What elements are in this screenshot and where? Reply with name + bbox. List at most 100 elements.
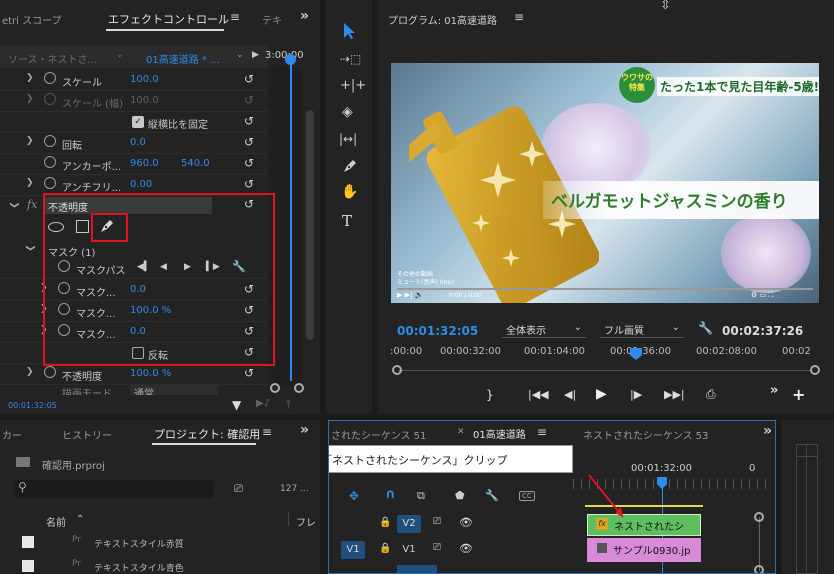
tab-sequence-51[interactable]: されたシーケンス 51: [331, 427, 426, 442]
program-scrub-bar[interactable]: [398, 370, 810, 371]
wrench-icon[interactable]: 🔧: [485, 489, 499, 502]
selection-tool-icon[interactable]: [342, 22, 358, 43]
sort-ascending-icon[interactable]: ⌃: [76, 514, 84, 525]
overflow-chevron-icon[interactable]: »: [300, 422, 309, 438]
ec-zoom-left-knob[interactable]: [270, 383, 280, 393]
razor-tool-icon[interactable]: ◈: [342, 104, 353, 120]
slip-tool-icon[interactable]: |↔|: [339, 132, 357, 146]
ec-playhead-knob[interactable]: [285, 54, 296, 65]
list-item[interactable]: Pr テキストスタイル赤質: [0, 534, 320, 554]
tab-sequence-active[interactable]: 01高速道路: [473, 426, 526, 441]
stopwatch-icon[interactable]: [44, 366, 56, 378]
fx-badge[interactable]: fx: [27, 198, 37, 211]
list-item[interactable]: Pr テキストスタイル青色: [0, 558, 320, 574]
timeline-scrollbar[interactable]: [759, 517, 760, 571]
reset-icon[interactable]: ↺: [244, 72, 254, 86]
blend-mode-dropdown[interactable]: 通常: [130, 385, 218, 395]
captions-icon[interactable]: CC: [519, 491, 535, 501]
add-button-icon[interactable]: +: [792, 385, 805, 404]
program-ruler[interactable]: :00:00 00:00:32:00 00:01:04:00 00:01:36:…: [390, 340, 826, 362]
play-audio-icon[interactable]: ▶♪: [256, 398, 270, 409]
stopwatch-icon[interactable]: [44, 177, 56, 189]
source-dropdown-icon[interactable]: ⌄: [116, 50, 124, 60]
reset-icon[interactable]: ↺: [244, 366, 254, 380]
timeline-menu-icon[interactable]: ≡: [537, 425, 547, 439]
track-select-tool-icon[interactable]: ⇢⬚: [340, 52, 361, 66]
track-target-v1[interactable]: V1: [397, 541, 421, 559]
settings-wrench-icon[interactable]: 🔧: [698, 321, 713, 335]
panel-menu-icon[interactable]: ≡: [230, 10, 240, 24]
reset-icon[interactable]: ↺: [244, 156, 254, 170]
property-value[interactable]: 0.00: [130, 179, 152, 190]
hand-tool-icon[interactable]: ✋: [341, 184, 358, 200]
lock-icon[interactable]: 🔒: [379, 517, 391, 528]
marker-icon[interactable]: ⬟: [455, 489, 465, 502]
stopwatch-icon[interactable]: [44, 72, 56, 84]
uniform-scale-checkbox[interactable]: ✓: [132, 116, 144, 128]
stopwatch-icon[interactable]: [44, 156, 56, 168]
source-patch-v1[interactable]: V1: [341, 541, 365, 559]
scroll-knob[interactable]: [754, 565, 764, 573]
property-value[interactable]: 100.0 %: [130, 368, 171, 379]
ec-current-timecode[interactable]: 00:01:32:05: [8, 401, 57, 410]
ripple-edit-tool-icon[interactable]: +|+: [340, 78, 366, 93]
reset-icon[interactable]: ↺: [244, 177, 254, 191]
tab-history[interactable]: ヒストリー: [62, 427, 112, 442]
tab-lumetri[interactable]: etri スコープ: [2, 12, 62, 27]
close-icon[interactable]: ✕: [457, 427, 465, 437]
program-menu-icon[interactable]: ≡: [514, 10, 524, 24]
panel-resize-icon[interactable]: ⇳: [660, 0, 671, 13]
property-value[interactable]: 0.0: [130, 137, 146, 148]
opacity-twirl-icon[interactable]: ❯: [9, 201, 19, 209]
sync-lock-icon[interactable]: ⎚: [433, 542, 441, 553]
go-to-out-icon[interactable]: ▶▶|: [664, 388, 685, 401]
filter-icon[interactable]: ▼: [232, 398, 241, 412]
sync-lock-icon[interactable]: ⎚: [433, 516, 441, 527]
overflow-chevron-icon[interactable]: »: [770, 383, 778, 398]
yt-progress-bar[interactable]: [397, 288, 813, 290]
scroll-knob[interactable]: [754, 512, 764, 522]
step-back-icon[interactable]: ◀|: [564, 388, 576, 401]
eye-icon[interactable]: 👁: [459, 542, 473, 555]
linked-selection-icon[interactable]: ⧉: [417, 489, 425, 503]
scrub-left-knob[interactable]: [392, 365, 402, 375]
export-icon[interactable]: ⤒: [286, 398, 291, 412]
yt-play-icon[interactable]: ▶ ▶| 🔊: [397, 291, 423, 299]
source-label[interactable]: ソース・ネストさ...: [8, 51, 97, 66]
zoom-dropdown[interactable]: 全体表示 ⌄: [502, 322, 586, 338]
overflow-chevron-icon[interactable]: »: [763, 423, 772, 439]
stopwatch-icon[interactable]: [44, 135, 56, 147]
lock-icon[interactable]: 🔒: [379, 543, 391, 554]
tab-markers[interactable]: カー: [2, 427, 22, 442]
ec-zoom-right-knob[interactable]: [294, 383, 304, 393]
project-menu-icon[interactable]: ≡: [262, 425, 272, 439]
play-only-icon[interactable]: ▶: [252, 50, 259, 60]
track-target-v2[interactable]: V2: [397, 515, 421, 533]
ec-scrollbar[interactable]: [306, 110, 314, 340]
twirl-icon[interactable]: ❯: [26, 367, 34, 377]
pen-tool-icon[interactable]: [342, 158, 358, 177]
eye-icon[interactable]: 👁: [459, 516, 473, 529]
tab-effect-controls[interactable]: エフェクトコントロール: [108, 11, 229, 27]
twirl-icon[interactable]: ❯: [26, 73, 34, 83]
project-search-input[interactable]: [14, 480, 214, 498]
play-icon[interactable]: ▶: [596, 386, 607, 402]
scrub-right-knob[interactable]: [810, 365, 820, 375]
export-frame-icon[interactable]: ⎙: [706, 387, 716, 402]
magnet-icon[interactable]: ∩: [385, 487, 396, 502]
twirl-icon[interactable]: ❯: [26, 94, 34, 104]
column-header-name[interactable]: 名前: [46, 514, 66, 529]
column-header-fr[interactable]: フレ: [296, 514, 316, 529]
sequence-label[interactable]: 01高速道路 * ...: [146, 51, 220, 66]
video-frame[interactable]: ウワサの特集 たった1本で見た目年齢-5歳!? ベルガモットジャスミンの香り そ…: [391, 63, 819, 303]
reset-icon[interactable]: ↺: [244, 114, 254, 128]
yt-controls-icons[interactable]: ⚙ ▭ ⛶: [751, 291, 773, 300]
type-tool-icon[interactable]: T: [342, 212, 352, 230]
stopwatch-icon[interactable]: [44, 93, 56, 105]
step-forward-icon[interactable]: |▶: [630, 388, 642, 401]
mask-twirl-icon[interactable]: ❯: [25, 244, 35, 252]
reset-icon[interactable]: ↺: [244, 135, 254, 149]
property-value[interactable]: 100.0: [130, 74, 159, 85]
overflow-chevron-icon[interactable]: »: [300, 8, 309, 24]
tab-next[interactable]: テキ: [262, 12, 282, 27]
